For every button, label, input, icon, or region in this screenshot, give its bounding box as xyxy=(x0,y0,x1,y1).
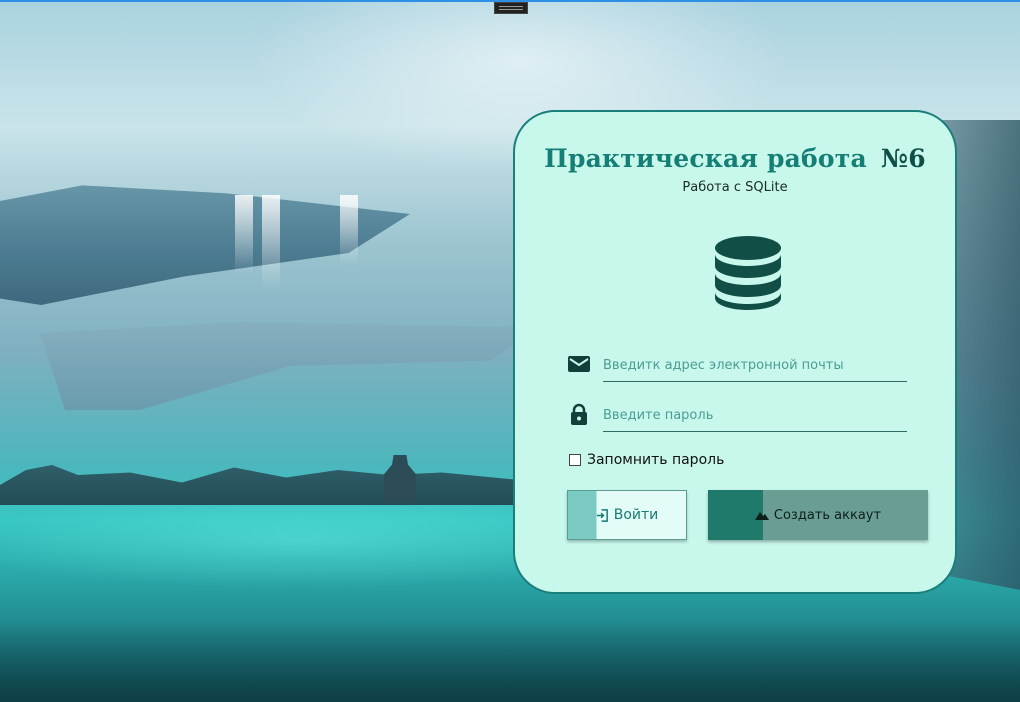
statue xyxy=(384,455,416,503)
password-input[interactable] xyxy=(603,402,907,428)
title-number: №6 xyxy=(880,144,926,173)
password-underline xyxy=(603,431,907,432)
mail-icon xyxy=(568,356,590,372)
waterfall xyxy=(340,195,358,265)
mountain-icon xyxy=(754,512,769,520)
shore-rocks xyxy=(0,465,520,505)
database-icon xyxy=(715,236,781,310)
email-input[interactable] xyxy=(603,352,907,378)
email-field xyxy=(567,348,907,382)
login-icon xyxy=(596,508,608,522)
email-underline xyxy=(603,381,907,382)
waterfall xyxy=(262,195,280,290)
title-text: Практическая работа xyxy=(544,144,867,173)
waterfall xyxy=(235,195,253,275)
login-button[interactable]: Войти xyxy=(567,490,687,540)
page-title: Практическая работа №6 xyxy=(515,144,955,173)
remember-password[interactable]: Запомнить пароль xyxy=(569,452,724,468)
password-field xyxy=(567,398,907,432)
stone-arch xyxy=(40,322,540,410)
drag-handle[interactable] xyxy=(494,2,528,14)
create-account-button[interactable]: Создать аккаут xyxy=(708,490,928,540)
remember-label: Запомнить пароль xyxy=(587,452,725,468)
remember-checkbox[interactable] xyxy=(569,454,581,466)
lock-icon xyxy=(571,403,587,425)
create-account-label: Создать аккаут xyxy=(773,507,882,523)
page-subtitle: Работа с SQLite xyxy=(682,180,788,195)
login-button-label: Войти xyxy=(613,507,659,523)
foreground-shore xyxy=(0,620,1020,702)
login-card: Практическая работа №6 Работа с SQLite За… xyxy=(513,110,957,594)
